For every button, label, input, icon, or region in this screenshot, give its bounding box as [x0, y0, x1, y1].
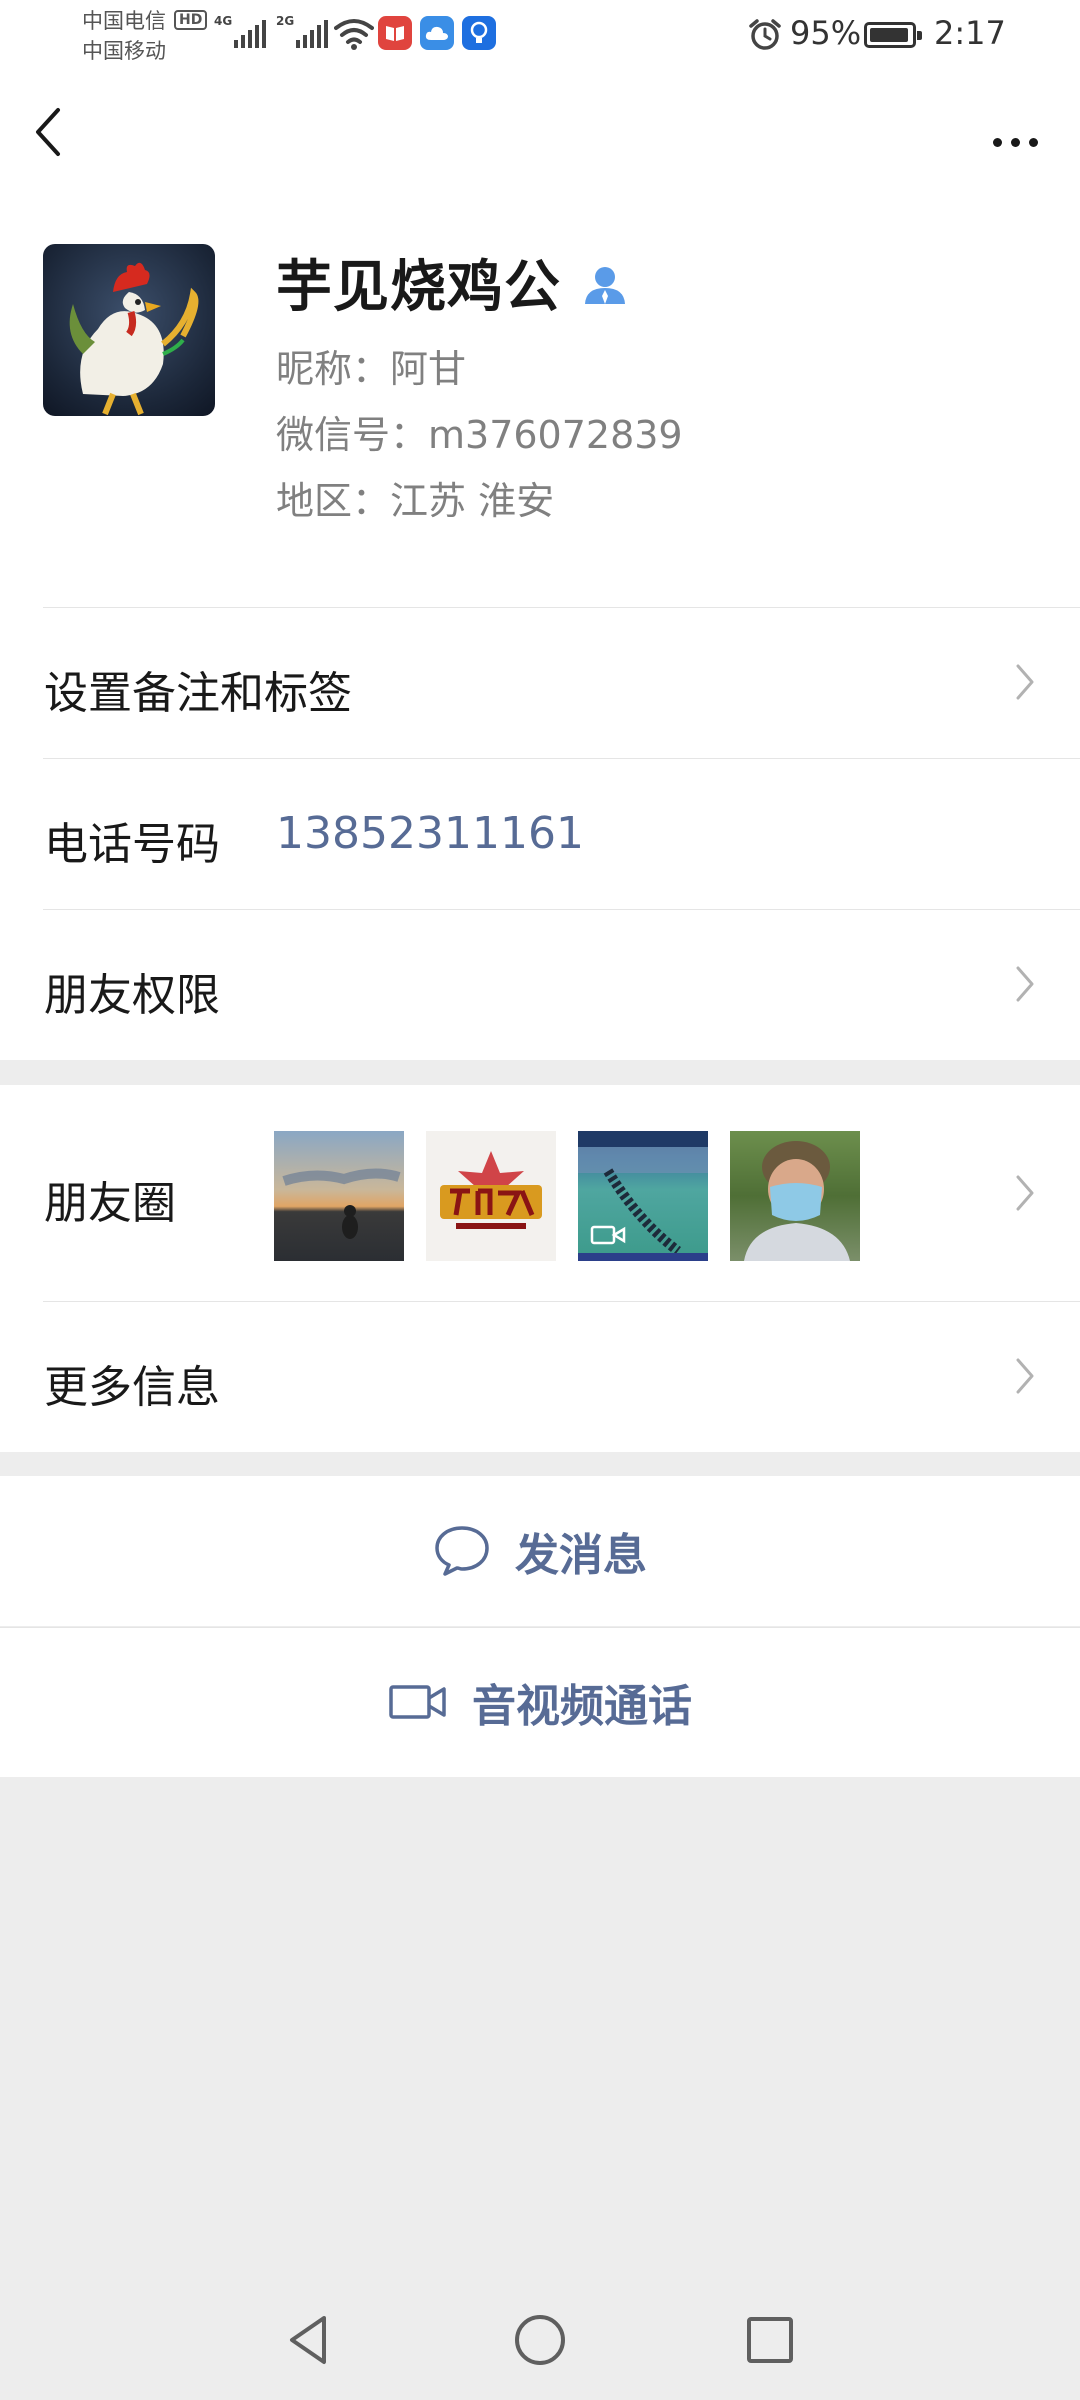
- phone-number[interactable]: 13852311161: [276, 808, 584, 859]
- phone-row: 电话号码 13852311161: [0, 758, 1080, 909]
- top-nav: [0, 72, 1080, 202]
- send-message-button[interactable]: 发消息: [0, 1476, 1080, 1626]
- basketball-court-video: [578, 1131, 708, 1261]
- moments-row[interactable]: 朋友圈: [0, 1085, 1080, 1301]
- phone-label: 电话号码: [44, 819, 220, 870]
- remark-label: 设置备注和标签: [44, 668, 352, 719]
- recents-square-icon[interactable]: [740, 2310, 800, 2370]
- display-name: 芋见烧鸡公: [276, 255, 561, 320]
- remark-row[interactable]: 设置备注和标签: [0, 607, 1080, 758]
- chevron-right-icon: [1016, 664, 1034, 700]
- bulb-icon: [462, 16, 496, 50]
- back-button[interactable]: [30, 102, 90, 182]
- rooster-avatar: [69, 262, 199, 416]
- video-camera-icon: [389, 1685, 446, 1719]
- chevron-right-icon: [1016, 1358, 1034, 1394]
- moments-label: 朋友圈: [44, 1178, 176, 1229]
- permissions-row[interactable]: 朋友权限: [0, 909, 1080, 1060]
- book-icon: [378, 16, 412, 50]
- hd-badge: HD: [174, 10, 208, 30]
- person-icon: [585, 267, 625, 304]
- nickname: 昵称：阿甘: [276, 347, 467, 391]
- wechat-id: 微信号：m376072839: [276, 413, 683, 457]
- wifi-icon: [334, 19, 374, 50]
- carrier-2: 中国移动: [82, 39, 166, 63]
- send-message-label: 发消息: [515, 1530, 647, 1581]
- more-info-label: 更多信息: [44, 1362, 220, 1413]
- cloud-icon: [420, 16, 454, 50]
- chevron-right-icon: [1016, 1175, 1034, 1211]
- battery-icon: [864, 22, 922, 48]
- back-triangle-icon[interactable]: [280, 2310, 340, 2370]
- avatar[interactable]: [43, 244, 215, 416]
- more-button[interactable]: [970, 122, 1060, 162]
- profile-header: 芋见烧鸡公 昵称：阿甘 微信号：m376072839 地区：江苏 淮安: [0, 202, 1080, 607]
- battery-fill: [870, 28, 908, 42]
- video-call-button[interactable]: 音视频通话: [0, 1627, 1080, 1777]
- region: 地区：江苏 淮安: [276, 479, 555, 523]
- man-with-mask-photo: [730, 1131, 860, 1261]
- more-info-row[interactable]: 更多信息: [0, 1301, 1080, 1452]
- sunset-photo: [274, 1131, 404, 1261]
- alarm-icon: [749, 19, 781, 50]
- recruitment-poster: [426, 1131, 556, 1261]
- permissions-label: 朋友权限: [44, 970, 220, 1021]
- status-bar: 中国电信 中国移动 HD 4G 2G 95% 2:17: [0, 0, 1080, 72]
- moments-thumbnails: [274, 1131, 860, 1261]
- chat-bubble-icon: [435, 1526, 489, 1576]
- more-dots-icon: [992, 137, 1002, 147]
- clock: 2:17: [934, 14, 1006, 52]
- system-nav-bar: [0, 2280, 1080, 2400]
- video-call-label: 音视频通话: [472, 1681, 692, 1732]
- home-circle-icon[interactable]: [510, 2310, 570, 2370]
- battery-percent: 95%: [790, 14, 862, 52]
- carrier-labels: 中国电信 中国移动: [82, 6, 166, 66]
- chevron-right-icon: [1016, 966, 1034, 1002]
- chevron-left-icon: [36, 108, 60, 156]
- carrier-1: 中国电信: [82, 9, 166, 33]
